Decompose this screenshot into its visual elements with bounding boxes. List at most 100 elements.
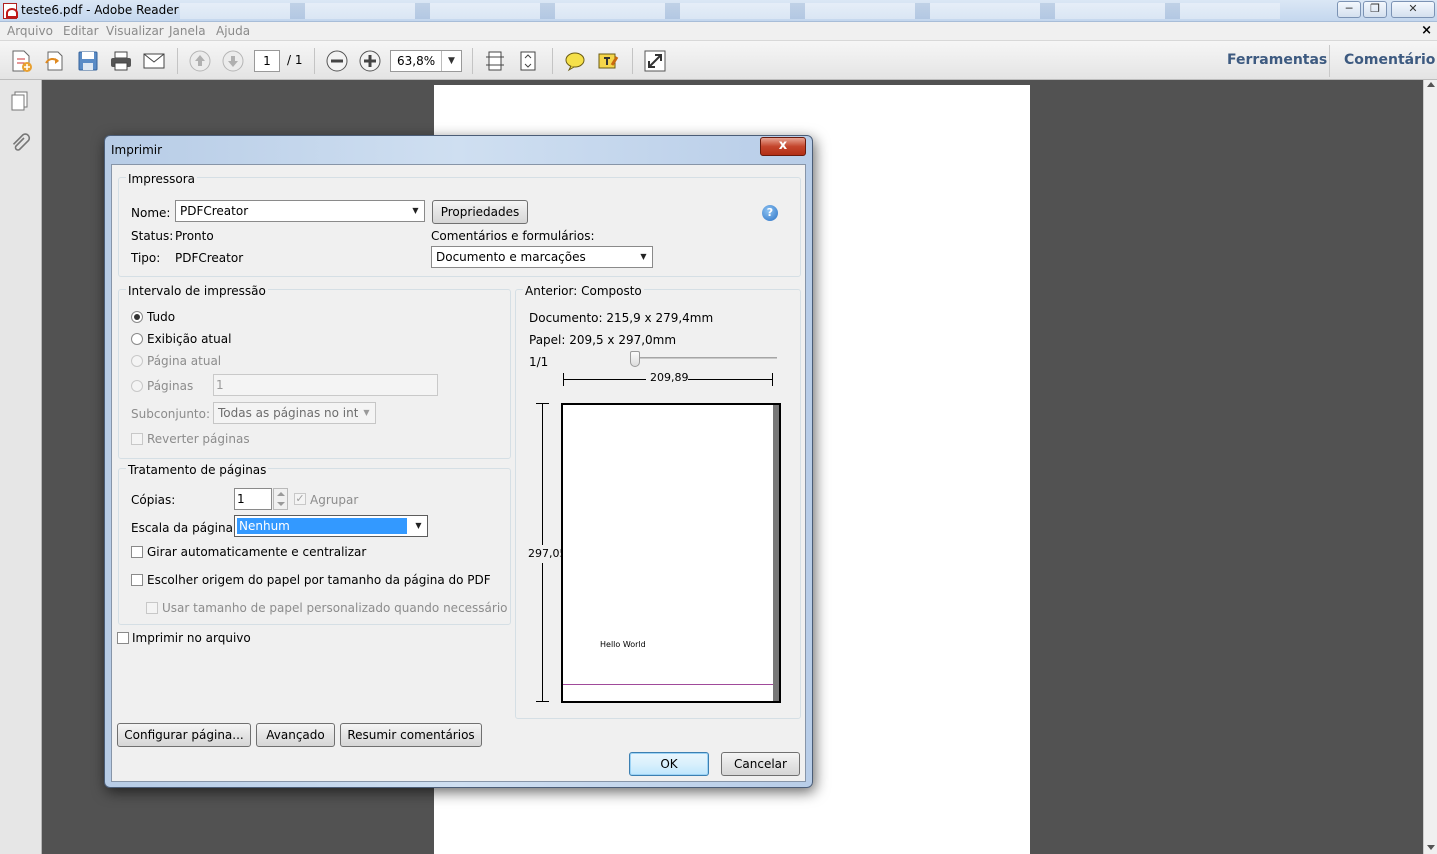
- dialog-close-button[interactable]: x: [760, 137, 806, 156]
- toolbar-separator: [177, 48, 178, 74]
- preview-margin-line: [563, 684, 773, 685]
- type-label: Tipo:: [131, 251, 161, 265]
- attachments-icon[interactable]: [9, 132, 31, 154]
- page-number-input[interactable]: 1: [254, 50, 280, 72]
- advanced-button[interactable]: Avançado: [256, 723, 335, 747]
- summarize-comments-button[interactable]: Resumir comentários: [340, 723, 482, 747]
- chevron-down-icon[interactable]: ▼: [358, 403, 375, 423]
- auto-rotate-label: Girar automaticamente e centralizar: [147, 545, 367, 559]
- dialog-client-area: Impressora Nome: PDFCreator ▼ Propriedad…: [111, 164, 806, 782]
- open-file-icon[interactable]: [43, 49, 67, 73]
- print-dialog: Imprimir x Impressora Nome: PDFCreator ▼…: [104, 135, 813, 788]
- vertical-scrollbar[interactable]: [1423, 80, 1437, 854]
- collate-checkbox[interactable]: ✓: [294, 493, 306, 505]
- sticky-note-icon[interactable]: [563, 49, 587, 73]
- minimize-button[interactable]: ─: [1337, 1, 1361, 18]
- page-scaling-select[interactable]: Nenhum ▼: [234, 515, 428, 537]
- stepper-down-icon[interactable]: [277, 502, 285, 506]
- help-icon[interactable]: ?: [762, 205, 778, 221]
- width-dimension-label: 209,89: [650, 371, 689, 384]
- subset-select[interactable]: Todas as páginas no inten ▼: [213, 402, 376, 424]
- page-scaling-value: Nenhum: [237, 518, 407, 534]
- document-size-label: Documento: 215,9 x 279,4mm: [529, 311, 714, 325]
- menu-bar: Arquivo Editar Visualizar Janela Ajuda ×: [0, 22, 1437, 41]
- custom-paper-checkbox[interactable]: [146, 602, 158, 614]
- range-pages-label: Páginas: [147, 379, 194, 393]
- next-page-icon[interactable]: [221, 49, 245, 73]
- range-pages-radio[interactable]: [131, 380, 143, 392]
- copies-label: Cópias:: [131, 493, 176, 507]
- window-title: teste6.pdf - Adobe Reader: [21, 3, 179, 17]
- close-window-button[interactable]: ✕: [1391, 1, 1435, 18]
- custom-paper-label: Usar tamanho de papel personalizado quan…: [162, 601, 508, 615]
- print-icon[interactable]: [109, 49, 133, 73]
- collate-label: Agrupar: [310, 493, 359, 507]
- page-scaling-label: Escala da página:: [131, 521, 237, 535]
- printer-name-value: PDFCreator: [180, 204, 249, 218]
- range-all-radio[interactable]: [131, 311, 143, 323]
- page-handling-group-title: Tratamento de páginas: [126, 463, 269, 477]
- range-all-label: Tudo: [147, 310, 176, 324]
- menu-ajuda[interactable]: Ajuda: [216, 24, 250, 38]
- toolbar-separator: [472, 48, 473, 74]
- menu-editar[interactable]: Editar: [63, 24, 99, 38]
- toolbar-separator: [632, 48, 633, 74]
- page-setup-button[interactable]: Configurar página...: [117, 723, 251, 747]
- zoom-level-value: 63,8%: [397, 54, 436, 68]
- tools-pane-button[interactable]: Ferramentas: [1227, 52, 1327, 68]
- range-current-view-radio[interactable]: [131, 333, 143, 345]
- preview-group-title: Anterior: Composto: [523, 284, 644, 298]
- comments-forms-select[interactable]: Documento e marcações ▼: [431, 246, 653, 268]
- fit-page-icon[interactable]: [516, 49, 540, 73]
- scroll-up-icon[interactable]: [1427, 82, 1435, 87]
- menu-visualizar[interactable]: Visualizar: [106, 24, 164, 38]
- type-value: PDFCreator: [175, 251, 244, 265]
- properties-button[interactable]: Propriedades: [432, 200, 528, 224]
- highlight-text-icon[interactable]: [596, 49, 620, 73]
- print-to-file-checkbox[interactable]: [117, 632, 129, 644]
- stepper-up-icon[interactable]: [277, 492, 285, 496]
- save-icon[interactable]: [76, 49, 100, 73]
- copies-input[interactable]: 1: [234, 488, 272, 510]
- zoom-out-icon[interactable]: [325, 49, 349, 73]
- subset-value: Todas as páginas no inten: [218, 406, 374, 420]
- menu-janela[interactable]: Janela: [169, 24, 206, 38]
- comment-pane-button[interactable]: Comentário: [1344, 52, 1435, 68]
- preview-page-counter: 1/1: [529, 355, 549, 369]
- create-pdf-icon[interactable]: [9, 49, 33, 73]
- print-preview-page: Hello World: [561, 403, 781, 703]
- pages-input[interactable]: 1: [213, 374, 438, 396]
- page-thumbnails-icon[interactable]: [9, 90, 31, 112]
- close-document-icon[interactable]: ×: [1421, 23, 1432, 38]
- ok-button[interactable]: OK: [629, 752, 709, 776]
- copies-stepper[interactable]: [273, 488, 288, 510]
- cancel-button[interactable]: Cancelar: [721, 752, 800, 776]
- subset-label: Subconjunto:: [131, 407, 211, 421]
- full-screen-icon[interactable]: [643, 49, 667, 73]
- zoom-level-combo[interactable]: 63,8% ▼: [390, 50, 462, 72]
- chevron-down-icon[interactable]: ▼: [635, 247, 652, 267]
- comments-forms-value: Documento e marcações: [436, 250, 586, 264]
- chevron-down-icon[interactable]: ▼: [410, 516, 427, 536]
- menu-arquivo[interactable]: Arquivo: [7, 24, 53, 38]
- taskbar-ghost-background: [180, 3, 1280, 19]
- auto-rotate-checkbox[interactable]: [131, 546, 143, 558]
- paper-source-checkbox[interactable]: [131, 574, 143, 586]
- range-current-page-radio[interactable]: [131, 355, 143, 367]
- zoom-dropdown-icon[interactable]: ▼: [441, 51, 461, 71]
- printer-name-select[interactable]: PDFCreator ▼: [175, 200, 425, 222]
- toolbar-separator: [314, 48, 315, 74]
- email-icon[interactable]: [142, 49, 166, 73]
- preview-page-slider[interactable]: [632, 357, 777, 359]
- scroll-down-icon[interactable]: [1427, 845, 1435, 850]
- scrolling-mode-icon[interactable]: [483, 49, 507, 73]
- slider-thumb[interactable]: [630, 351, 640, 367]
- reverse-pages-checkbox[interactable]: [131, 433, 143, 445]
- restore-button[interactable]: ❐: [1363, 1, 1387, 18]
- navigation-pane: [0, 80, 42, 854]
- range-current-page-label: Página atual: [147, 354, 222, 368]
- printer-name-label: Nome:: [131, 206, 171, 220]
- chevron-down-icon[interactable]: ▼: [407, 201, 424, 221]
- zoom-in-icon[interactable]: [358, 49, 382, 73]
- previous-page-icon[interactable]: [188, 49, 212, 73]
